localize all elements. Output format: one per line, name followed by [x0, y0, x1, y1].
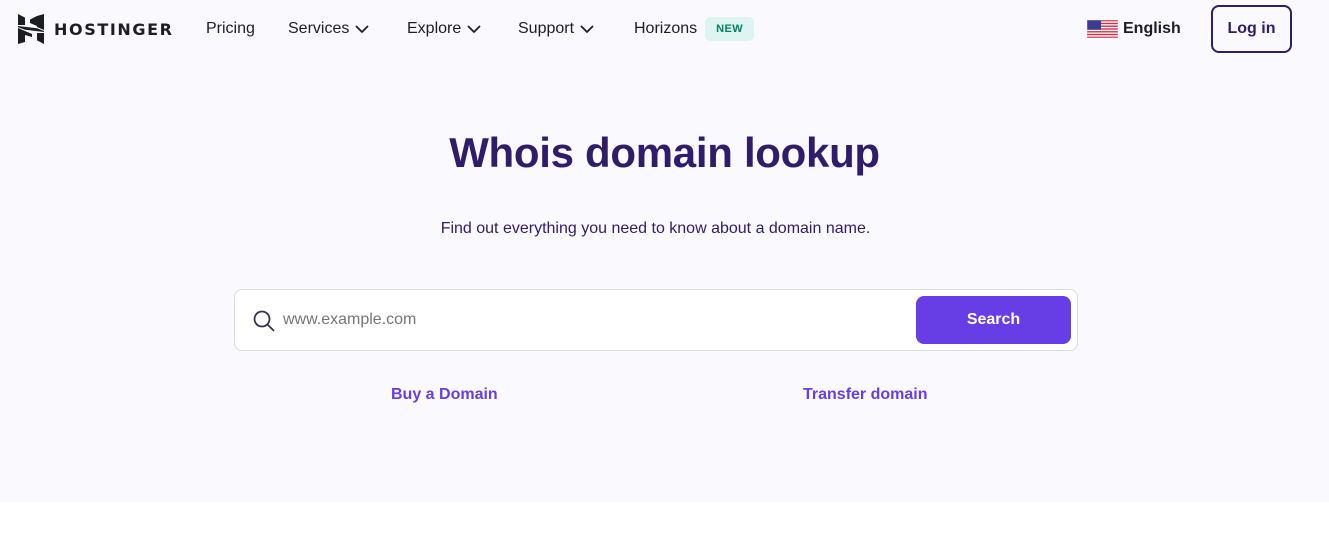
nav-item-pricing[interactable]: Pricing — [206, 18, 255, 40]
new-badge: NEW — [705, 17, 755, 41]
us-flag-icon — [1087, 20, 1118, 38]
nav-item-support[interactable]: Support — [518, 18, 594, 40]
language-label: English — [1123, 20, 1181, 37]
brand-name: HOSTINGER — [54, 19, 174, 39]
chevron-down-icon — [355, 25, 369, 33]
nav-item-label: Horizons — [634, 20, 698, 37]
page-title: Whois domain lookup — [449, 129, 880, 176]
page-subtitle: Find out everything you need to know abo… — [440, 220, 871, 237]
nav-item-services[interactable]: Services — [288, 18, 369, 40]
search-icon — [253, 310, 275, 332]
nav-item-horizons[interactable]: Horizons NEW — [634, 17, 755, 41]
search-button[interactable]: Search — [916, 296, 1071, 344]
nav-item-label: Pricing — [206, 20, 255, 37]
nav-item-label: Support — [518, 20, 575, 37]
chevron-down-icon — [467, 25, 481, 33]
top-navigation: HOSTINGER Pricing Services Explore Suppo… — [0, 0, 1329, 58]
domain-search-input[interactable] — [283, 306, 903, 334]
hero-section — [0, 0, 1329, 502]
nav-item-explore[interactable]: Explore — [407, 18, 481, 40]
domain-search-form: Search — [234, 289, 1078, 351]
nav-item-label: Explore — [407, 20, 462, 37]
brand-logo[interactable]: HOSTINGER — [18, 14, 174, 44]
chevron-down-icon — [580, 25, 594, 33]
login-button[interactable]: Log in — [1211, 5, 1292, 53]
buy-domain-link[interactable]: Buy a Domain — [391, 384, 498, 406]
transfer-domain-link[interactable]: Transfer domain — [803, 384, 927, 406]
language-selector[interactable]: English — [1087, 18, 1181, 40]
nav-item-label: Services — [288, 20, 350, 37]
hostinger-logo-icon — [18, 14, 44, 44]
